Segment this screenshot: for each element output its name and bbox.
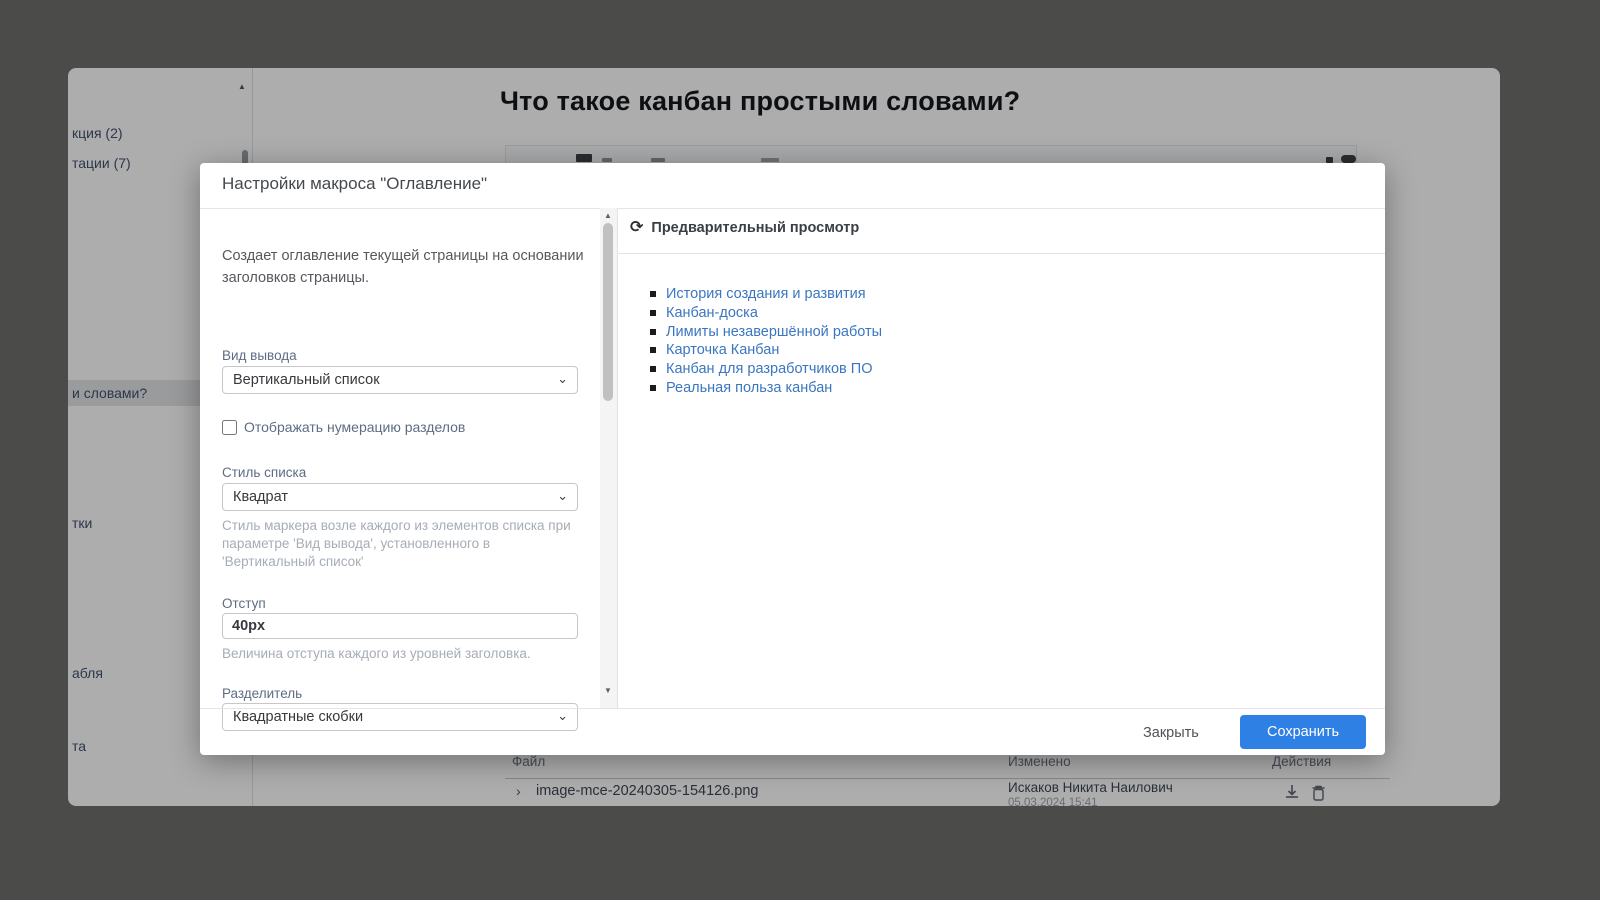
macro-description: Создает оглавление текущей страницы на о… (222, 245, 584, 289)
output-type-label: Вид вывода (222, 348, 297, 363)
toc-link[interactable]: История создания и развития (666, 286, 866, 302)
list-item: Канбан для разработчиков ПО (650, 360, 882, 379)
list-item: Карточка Канбан (650, 341, 882, 360)
preview-header: ⟳ Предварительный просмотр (630, 220, 859, 236)
screen: ▲ кция (2) тации (7) и словами? тки абля… (0, 0, 1600, 900)
list-style-help: Стиль маркера возле каждого из элементов… (222, 517, 582, 571)
square-bullet-icon (650, 366, 656, 372)
refresh-icon[interactable]: ⟳ (630, 220, 643, 236)
toc-preview-list: История создания и развития Канбан-доска… (650, 285, 882, 397)
scrollbar-thumb[interactable] (603, 223, 613, 401)
save-button[interactable]: Сохранить (1240, 715, 1366, 749)
indent-input[interactable] (222, 613, 578, 639)
list-item: Лимиты незавершённой работы (650, 322, 882, 341)
list-style-select[interactable]: Квадрат ⌄ (222, 483, 578, 511)
numbering-checkbox-label[interactable]: Отображать нумерацию разделов (244, 419, 465, 435)
dialog-header: Настройки макроса "Оглавление" (200, 163, 1385, 209)
square-bullet-icon (650, 385, 656, 391)
chevron-down-icon: ⌄ (557, 488, 568, 504)
preview-pane: ⟳ Предварительный просмотр История созда… (617, 208, 1385, 708)
indent-help: Величина отступа каждого из уровней заго… (222, 645, 582, 663)
settings-scrollbar: ▲ ▼ (600, 208, 618, 708)
indent-label: Отступ (222, 596, 266, 611)
square-bullet-icon (650, 291, 656, 297)
toc-link[interactable]: Лимиты незавершённой работы (666, 324, 882, 340)
output-type-value: Вертикальный список (233, 372, 380, 388)
square-bullet-icon (650, 310, 656, 316)
preview-title: Предварительный просмотр (651, 220, 859, 236)
square-bullet-icon (650, 329, 656, 335)
list-style-value: Квадрат (233, 489, 288, 505)
list-item: История создания и развития (650, 285, 882, 304)
list-style-label: Стиль списка (222, 465, 306, 480)
list-item: Реальная польза канбан (650, 378, 882, 397)
output-type-select[interactable]: Вертикальный список ⌄ (222, 366, 578, 394)
settings-pane: Создает оглавление текущей страницы на о… (200, 208, 600, 708)
scroll-down-icon[interactable]: ▼ (604, 686, 612, 695)
close-button[interactable]: Закрыть (1125, 717, 1217, 749)
toc-link[interactable]: Реальная польза канбан (666, 380, 832, 396)
dialog-footer: Закрыть Сохранить (200, 708, 1385, 756)
toc-link[interactable]: Канбан-доска (666, 305, 758, 321)
separator-label: Разделитель (222, 686, 302, 701)
numbering-checkbox[interactable] (222, 420, 237, 435)
list-item: Канбан-доска (650, 304, 882, 323)
preview-divider (617, 253, 1385, 254)
square-bullet-icon (650, 347, 656, 353)
dialog-title: Настройки макроса "Оглавление" (222, 174, 487, 194)
chevron-down-icon: ⌄ (557, 371, 568, 387)
toc-link[interactable]: Карточка Канбан (666, 342, 779, 358)
scroll-up-icon[interactable]: ▲ (604, 211, 612, 220)
macro-settings-dialog: Настройки макроса "Оглавление" Создает о… (200, 163, 1385, 755)
numbering-checkbox-row: Отображать нумерацию разделов (222, 419, 465, 435)
toc-link[interactable]: Канбан для разработчиков ПО (666, 361, 872, 377)
